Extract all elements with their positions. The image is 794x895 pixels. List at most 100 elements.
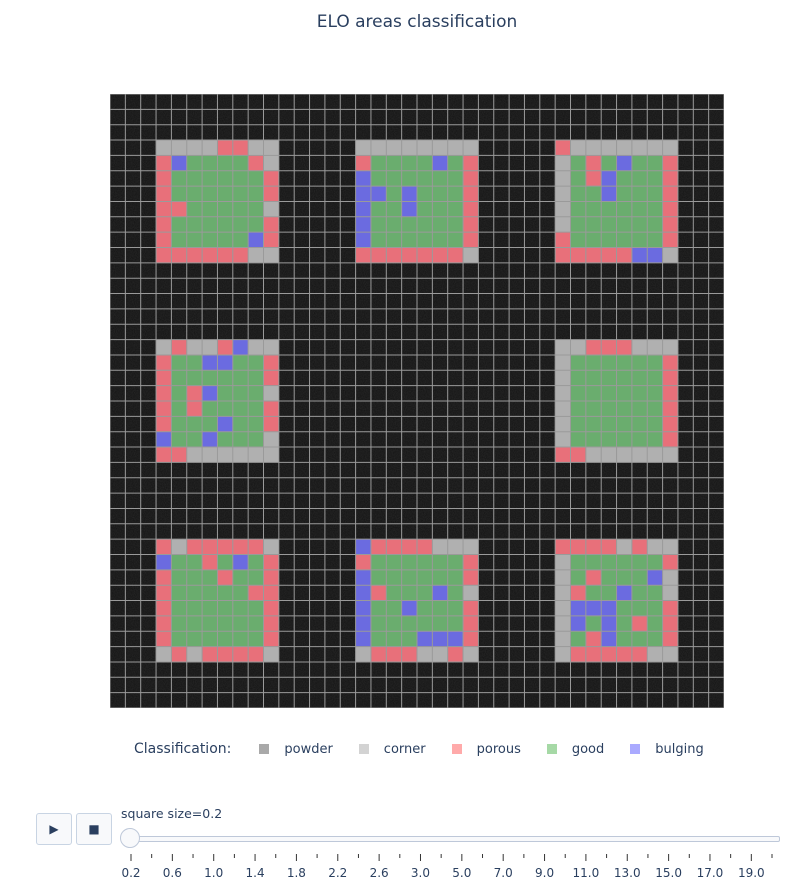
cell-good: [186, 585, 203, 601]
cell-corner: [616, 140, 632, 156]
cell-corner: [662, 140, 678, 156]
slider-track[interactable]: [126, 836, 780, 842]
cell-bulging: [156, 554, 172, 570]
cell-good: [202, 170, 218, 187]
slider-tick-label[interactable]: 0.6: [163, 866, 182, 880]
cell-corner: [647, 447, 663, 463]
cell-good: [570, 186, 586, 202]
cell-porous: [263, 186, 279, 202]
cell-good: [601, 232, 617, 248]
cell-good: [647, 186, 663, 202]
cell-porous: [186, 401, 203, 417]
cell-corner: [232, 447, 249, 463]
stop-button[interactable]: ■: [76, 813, 112, 845]
cell-porous: [417, 247, 433, 263]
legend-item-corner[interactable]: corner: [358, 742, 426, 757]
legend-item-bulging[interactable]: bulging: [630, 742, 704, 757]
cell-good: [647, 370, 663, 386]
cell-bulging: [217, 416, 233, 432]
slider-tick-label[interactable]: 7.0: [494, 866, 513, 880]
cell-good: [386, 232, 402, 248]
cell-porous: [263, 370, 279, 386]
cell-porous: [631, 646, 648, 662]
legend-item-porous[interactable]: porous: [451, 742, 521, 757]
legend-item-good[interactable]: good: [546, 742, 604, 757]
cell-bulging: [355, 631, 371, 647]
slider-handle[interactable]: [120, 828, 140, 848]
cell-porous: [156, 447, 172, 463]
cell-good: [248, 354, 264, 371]
cell-corner: [662, 585, 678, 601]
slider-tick-label[interactable]: 17.0: [697, 866, 724, 880]
cell-porous: [232, 539, 249, 555]
slider-tick-label[interactable]: 11.0: [573, 866, 600, 880]
cell-porous: [263, 569, 279, 586]
cell-good: [232, 615, 249, 632]
slider-tick-label[interactable]: 15.0: [655, 866, 682, 880]
cell-good: [585, 401, 602, 417]
cell-good: [202, 155, 218, 171]
cell-good: [370, 201, 387, 217]
cell-good: [616, 232, 632, 248]
slider-tick-label[interactable]: 0.2: [121, 866, 140, 880]
cell-bulging: [417, 631, 433, 647]
cell-porous: [585, 155, 602, 171]
cell-good: [447, 170, 464, 187]
cell-bulging: [217, 354, 233, 371]
cell-porous: [601, 339, 617, 355]
cell-porous: [263, 585, 279, 601]
cell-corner: [263, 140, 279, 156]
slider-tick-label[interactable]: 19.0: [738, 866, 765, 880]
cell-good: [432, 615, 448, 632]
cell-good: [171, 631, 187, 647]
cell-porous: [432, 247, 448, 263]
cell-good: [585, 354, 602, 371]
cell-porous: [217, 247, 233, 263]
cell-good: [186, 216, 203, 233]
cell-bulging: [355, 186, 371, 202]
cell-porous: [217, 339, 233, 355]
cell-corner: [555, 339, 571, 355]
slider-tick-label[interactable]: 13.0: [614, 866, 641, 880]
cell-good: [217, 431, 233, 448]
slider-tick-label[interactable]: 3.0: [411, 866, 430, 880]
cell-porous: [202, 646, 218, 662]
cell-good: [171, 600, 187, 616]
cell-good: [601, 416, 617, 432]
cell-porous: [202, 539, 218, 555]
slider-tick-label[interactable]: 9.0: [535, 866, 554, 880]
cell-good: [217, 370, 233, 386]
cell-porous: [616, 339, 632, 355]
cell-porous: [156, 416, 172, 432]
cell-good: [647, 615, 663, 632]
cell-good: [616, 600, 632, 616]
cell-porous: [616, 247, 632, 263]
cell-good: [647, 232, 663, 248]
slider-tick-label[interactable]: 1.0: [204, 866, 223, 880]
cell-good: [585, 201, 602, 217]
cell-porous: [171, 247, 187, 263]
classification-heatmap[interactable]: [110, 94, 724, 708]
cell-good: [585, 585, 602, 601]
cell-good: [386, 155, 402, 171]
cell-good: [432, 600, 448, 616]
slider-tick-label[interactable]: 2.2: [328, 866, 347, 880]
legend-item-powder[interactable]: powder: [259, 742, 333, 757]
cell-bulging: [631, 247, 648, 263]
cell-corner: [217, 447, 233, 463]
cell-porous: [662, 554, 678, 570]
cell-porous: [156, 569, 172, 586]
cell-porous: [570, 539, 586, 555]
cell-porous: [386, 247, 402, 263]
slider-tick-label[interactable]: 1.4: [246, 866, 265, 880]
cell-good: [232, 569, 249, 586]
slider-tick-label[interactable]: 2.6: [370, 866, 389, 880]
cell-good: [417, 201, 433, 217]
legend-swatch-powder: [259, 744, 270, 754]
cell-good: [417, 585, 433, 601]
cell-porous: [263, 232, 279, 248]
slider-tick-label[interactable]: 5.0: [452, 866, 471, 880]
play-button[interactable]: ▶: [36, 813, 72, 845]
slider-tick-label[interactable]: 1.8: [287, 866, 306, 880]
cell-bulging: [432, 585, 448, 601]
